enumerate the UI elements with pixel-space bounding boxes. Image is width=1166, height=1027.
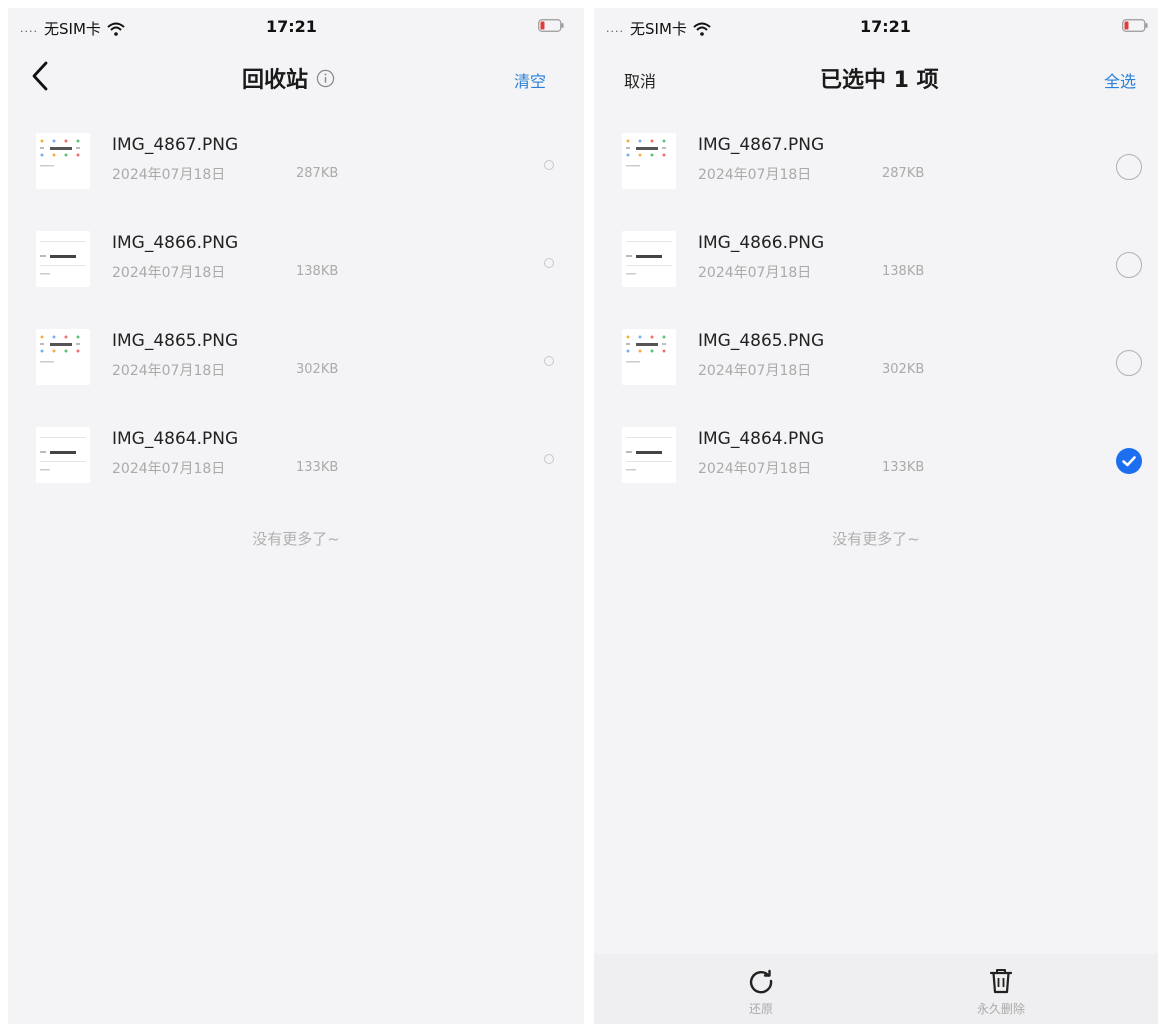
trash-icon (989, 969, 1013, 994)
file-name: IMG_4864.PNG (698, 429, 825, 449)
wifi-icon (693, 22, 711, 36)
file-row[interactable]: IMG_4867.PNG 2024年07月18日 287KB (594, 125, 1158, 223)
file-row[interactable]: IMG_4866.PNG 2024年07月18日 138KB (8, 223, 584, 321)
battery-icon (1122, 19, 1148, 32)
file-name: IMG_4865.PNG (112, 331, 239, 351)
file-date: 2024年07月18日 (698, 461, 812, 477)
file-size: 302KB (296, 362, 339, 377)
file-row[interactable]: IMG_4865.PNG 2024年07月18日 302KB (594, 321, 1158, 419)
file-date: 2024年07月18日 (698, 363, 812, 379)
signal-icon: .... (20, 22, 38, 35)
file-date: 2024年07月18日 (698, 265, 812, 281)
file-row[interactable]: IMG_4864.PNG 2024年07月18日 133KB (8, 419, 584, 517)
file-name: IMG_4864.PNG (112, 429, 239, 449)
file-list: IMG_4867.PNG 2024年07月18日 287KB IMG_4866.PNG… (8, 125, 584, 517)
recycle-bin-select-screen: .... 无SIM卡 17:21 取消 已选中 1 项 全选 IMG_4867.… (594, 8, 1158, 1024)
restore-label: 还原 (748, 1002, 773, 1016)
file-size: 138KB (882, 264, 925, 279)
checkbox-unchecked-icon[interactable] (1116, 154, 1142, 180)
file-thumbnail (622, 329, 676, 385)
file-row[interactable]: IMG_4867.PNG 2024年07月18日 287KB (8, 125, 584, 223)
status-bar: .... 无SIM卡 17:21 (8, 8, 584, 46)
file-list: IMG_4867.PNG 2024年07月18日 287KB IMG_4866.PNG… (594, 125, 1158, 517)
restore-button[interactable]: 还原 (716, 966, 806, 1017)
file-row[interactable]: IMG_4865.PNG 2024年07月18日 302KB (8, 321, 584, 419)
file-row[interactable]: IMG_4866.PNG 2024年07月18日 138KB (594, 223, 1158, 321)
select-all-button[interactable]: 全选 (1104, 68, 1136, 92)
radio-unchecked-icon[interactable] (544, 454, 554, 464)
radio-unchecked-icon[interactable] (544, 258, 554, 268)
no-more-label: 没有更多了~ (252, 530, 340, 548)
cancel-button[interactable]: 取消 (624, 68, 656, 92)
carrier-label: 无SIM卡 (630, 20, 687, 38)
status-bar: .... 无SIM卡 17:21 (594, 8, 1158, 46)
recycle-bin-screen: .... 无SIM卡 17:21 回收站 清空 IMG_4867.PNG 202… (8, 8, 584, 1024)
file-thumbnail (36, 329, 90, 385)
checkbox-checked-icon[interactable] (1116, 448, 1142, 474)
status-time: 17:21 (266, 17, 317, 36)
file-name: IMG_4866.PNG (698, 233, 825, 253)
file-name: IMG_4866.PNG (112, 233, 239, 253)
file-date: 2024年07月18日 (698, 167, 812, 183)
page-title: 回收站 (242, 62, 335, 94)
file-date: 2024年07月18日 (112, 265, 226, 281)
page-title: 已选中 1 项 (820, 68, 939, 93)
file-name: IMG_4865.PNG (698, 331, 825, 351)
nav-bar: 取消 已选中 1 项 全选 (594, 56, 1158, 100)
info-icon[interactable] (316, 69, 335, 88)
file-name: IMG_4867.PNG (112, 135, 239, 155)
restore-icon (749, 969, 773, 994)
file-thumbnail (622, 231, 676, 287)
file-row[interactable]: IMG_4864.PNG 2024年07月18日 133KB (594, 419, 1158, 517)
file-size: 287KB (882, 166, 925, 181)
file-size: 138KB (296, 264, 339, 279)
battery-icon (538, 19, 564, 32)
file-size: 133KB (296, 460, 339, 475)
file-thumbnail (36, 427, 90, 483)
checkbox-unchecked-icon[interactable] (1116, 252, 1142, 278)
delete-label: 永久删除 (976, 1002, 1025, 1016)
clear-all-button[interactable]: 清空 (514, 68, 546, 92)
checkbox-unchecked-icon[interactable] (1116, 350, 1142, 376)
file-thumbnail (36, 133, 90, 189)
file-name: IMG_4867.PNG (698, 135, 825, 155)
bottom-toolbar: 还原 永久删除 (594, 954, 1158, 1024)
back-chevron-icon[interactable] (30, 60, 50, 92)
file-thumbnail (622, 427, 676, 483)
file-size: 133KB (882, 460, 925, 475)
status-time: 17:21 (860, 17, 911, 36)
signal-icon: .... (606, 22, 624, 35)
nav-bar: 回收站 清空 (8, 56, 584, 100)
file-date: 2024年07月18日 (112, 363, 226, 379)
radio-unchecked-icon[interactable] (544, 160, 554, 170)
file-date: 2024年07月18日 (112, 167, 226, 183)
no-more-label: 没有更多了~ (832, 530, 920, 548)
delete-permanently-button[interactable]: 永久删除 (956, 966, 1046, 1017)
file-size: 302KB (882, 362, 925, 377)
wifi-icon (107, 22, 125, 36)
file-size: 287KB (296, 166, 339, 181)
file-thumbnail (622, 133, 676, 189)
radio-unchecked-icon[interactable] (544, 356, 554, 366)
carrier-label: 无SIM卡 (44, 20, 101, 38)
file-date: 2024年07月18日 (112, 461, 226, 477)
file-thumbnail (36, 231, 90, 287)
